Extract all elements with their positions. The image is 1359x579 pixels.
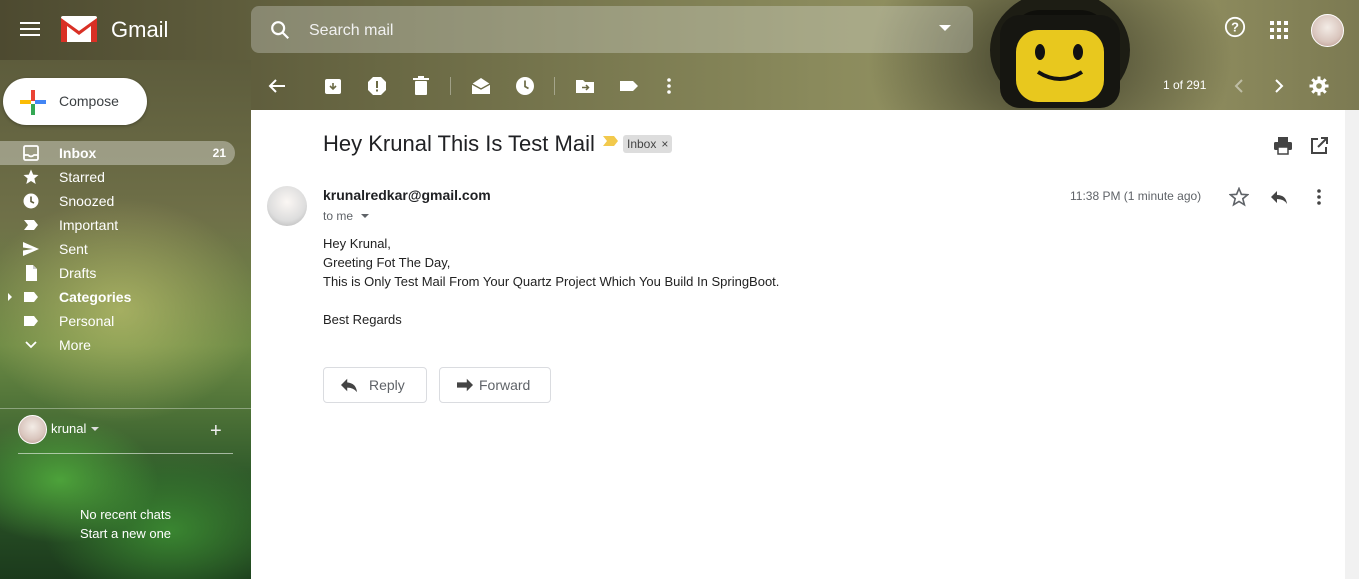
remove-label-icon[interactable]: ×: [661, 137, 668, 151]
apps-grid-icon[interactable]: [1270, 21, 1288, 39]
sender-avatar[interactable]: [267, 186, 307, 226]
sidebar-item-label: Snoozed: [59, 193, 115, 209]
draft-icon: [26, 265, 37, 281]
main-menu-icon[interactable]: [18, 18, 42, 42]
sidebar-divider: [0, 408, 251, 409]
important-marker-icon[interactable]: [603, 135, 619, 147]
svg-text:?: ?: [1231, 20, 1239, 35]
sidebar-item-snoozed[interactable]: Snoozed: [0, 189, 235, 213]
delete-icon[interactable]: [411, 76, 431, 96]
more-vert-icon[interactable]: [659, 76, 679, 96]
message-timestamp: 11:38 PM (1 minute ago): [1070, 189, 1202, 203]
hangouts-avatar[interactable]: [18, 415, 47, 444]
message-panel: Hey Krunal This Is Test Mail Inbox × krun…: [251, 110, 1345, 579]
forward-button[interactable]: Forward: [439, 367, 551, 403]
more-vert-icon[interactable]: [1309, 187, 1329, 207]
no-chats-message: No recent chats Start a new one: [0, 505, 251, 543]
label-icon: [24, 292, 38, 302]
print-icon[interactable]: [1273, 136, 1293, 156]
recipient-summary[interactable]: to me: [323, 209, 353, 223]
label-chip-text: Inbox: [627, 137, 657, 151]
sidebar-item-label: More: [59, 337, 91, 353]
sidebar-item-label: Personal: [59, 313, 115, 329]
message-subject: Hey Krunal This Is Test Mail: [323, 131, 595, 156]
sidebar-item-personal[interactable]: Personal: [0, 309, 235, 333]
send-icon: [23, 242, 39, 256]
forward-button-label: Forward: [479, 377, 531, 393]
search-input[interactable]: [307, 18, 911, 44]
search-options-icon[interactable]: [939, 25, 951, 31]
sidebar-item-label: Categories: [59, 289, 132, 305]
hangouts-status-caret-icon[interactable]: [91, 427, 99, 431]
message-toolbar: 1 of 291: [251, 60, 1359, 110]
sidebar-item-inbox[interactable]: Inbox 21: [0, 141, 235, 165]
scrollbar[interactable]: [1345, 110, 1359, 579]
reply-button[interactable]: Reply: [323, 367, 427, 403]
help-icon[interactable]: ?: [1224, 16, 1246, 38]
report-spam-icon[interactable]: [367, 76, 387, 96]
expand-arrow-icon[interactable]: [8, 293, 12, 301]
sender-email[interactable]: krunalredkar@gmail.com: [323, 187, 491, 203]
chevron-left-icon[interactable]: [1229, 76, 1249, 96]
clock-icon: [23, 193, 39, 209]
search-icon[interactable]: [269, 19, 291, 41]
top-bar: Gmail ?: [0, 0, 1359, 108]
back-arrow-icon[interactable]: [267, 76, 287, 96]
app-name: Gmail: [111, 17, 169, 42]
account-avatar[interactable]: [1311, 14, 1344, 47]
reply-icon: [341, 378, 357, 393]
message-body-line: Greeting Fot The Day,: [323, 255, 451, 270]
compose-label: Compose: [59, 93, 119, 109]
message-body-line: This is Only Test Mail From Your Quartz …: [323, 274, 780, 289]
inbox-icon: [23, 145, 39, 161]
archive-icon[interactable]: [323, 76, 343, 96]
sidebar-item-important[interactable]: Important: [0, 213, 235, 237]
label-icon[interactable]: [619, 76, 639, 96]
compose-button[interactable]: Compose: [3, 78, 147, 125]
reply-button-label: Reply: [369, 377, 405, 393]
snooze-icon[interactable]: [515, 76, 535, 96]
star-icon[interactable]: [1229, 187, 1249, 207]
hangouts-user-name[interactable]: krunal: [51, 421, 86, 436]
label-icon: [24, 316, 38, 326]
star-icon: [23, 169, 39, 184]
sidebar-item-label: Important: [59, 217, 119, 233]
sidebar-item-categories[interactable]: Categories: [0, 285, 235, 309]
forward-icon: [457, 378, 473, 392]
sidebar-item-starred[interactable]: Starred: [0, 165, 235, 189]
mark-unread-icon[interactable]: [471, 76, 491, 96]
reply-icon[interactable]: [1269, 187, 1289, 207]
unread-count: 21: [212, 146, 226, 160]
chevron-down-icon: [25, 341, 37, 349]
chevron-right-icon[interactable]: [1269, 76, 1289, 96]
sidebar-item-drafts[interactable]: Drafts: [0, 261, 235, 285]
sidebar-item-more[interactable]: More: [0, 333, 235, 357]
open-in-new-window-icon[interactable]: [1309, 136, 1329, 156]
move-to-icon[interactable]: [575, 76, 595, 96]
important-icon: [24, 220, 38, 230]
toolbar-separator: [554, 77, 555, 95]
message-body-line: Best Regards: [323, 312, 402, 327]
label-chip-inbox: Inbox ×: [623, 135, 673, 153]
start-chat-link[interactable]: Start a new one: [0, 524, 251, 543]
sidebar-item-label: Starred: [59, 169, 105, 185]
hangouts-divider: [18, 453, 233, 454]
sidebar-item-label: Inbox: [59, 145, 97, 161]
sidebar-nav: Inbox 21 Starred Snoozed Important Sent …: [0, 141, 251, 357]
settings-gear-icon[interactable]: [1309, 76, 1329, 96]
sidebar-item-sent[interactable]: Sent: [0, 237, 235, 261]
gmail-logo-icon[interactable]: [60, 15, 98, 43]
toolbar-separator: [450, 77, 451, 95]
pagination-text: 1 of 291: [1163, 78, 1207, 92]
new-chat-plus-icon[interactable]: +: [210, 420, 222, 443]
no-chats-text: No recent chats: [79, 507, 172, 522]
sidebar-item-label: Drafts: [59, 265, 97, 281]
plus-icon: [20, 90, 46, 115]
show-details-caret-icon[interactable]: [361, 214, 369, 218]
message-body-line: Hey Krunal,: [323, 236, 391, 251]
search-bar: [251, 6, 973, 53]
sidebar-item-label: Sent: [59, 241, 88, 257]
